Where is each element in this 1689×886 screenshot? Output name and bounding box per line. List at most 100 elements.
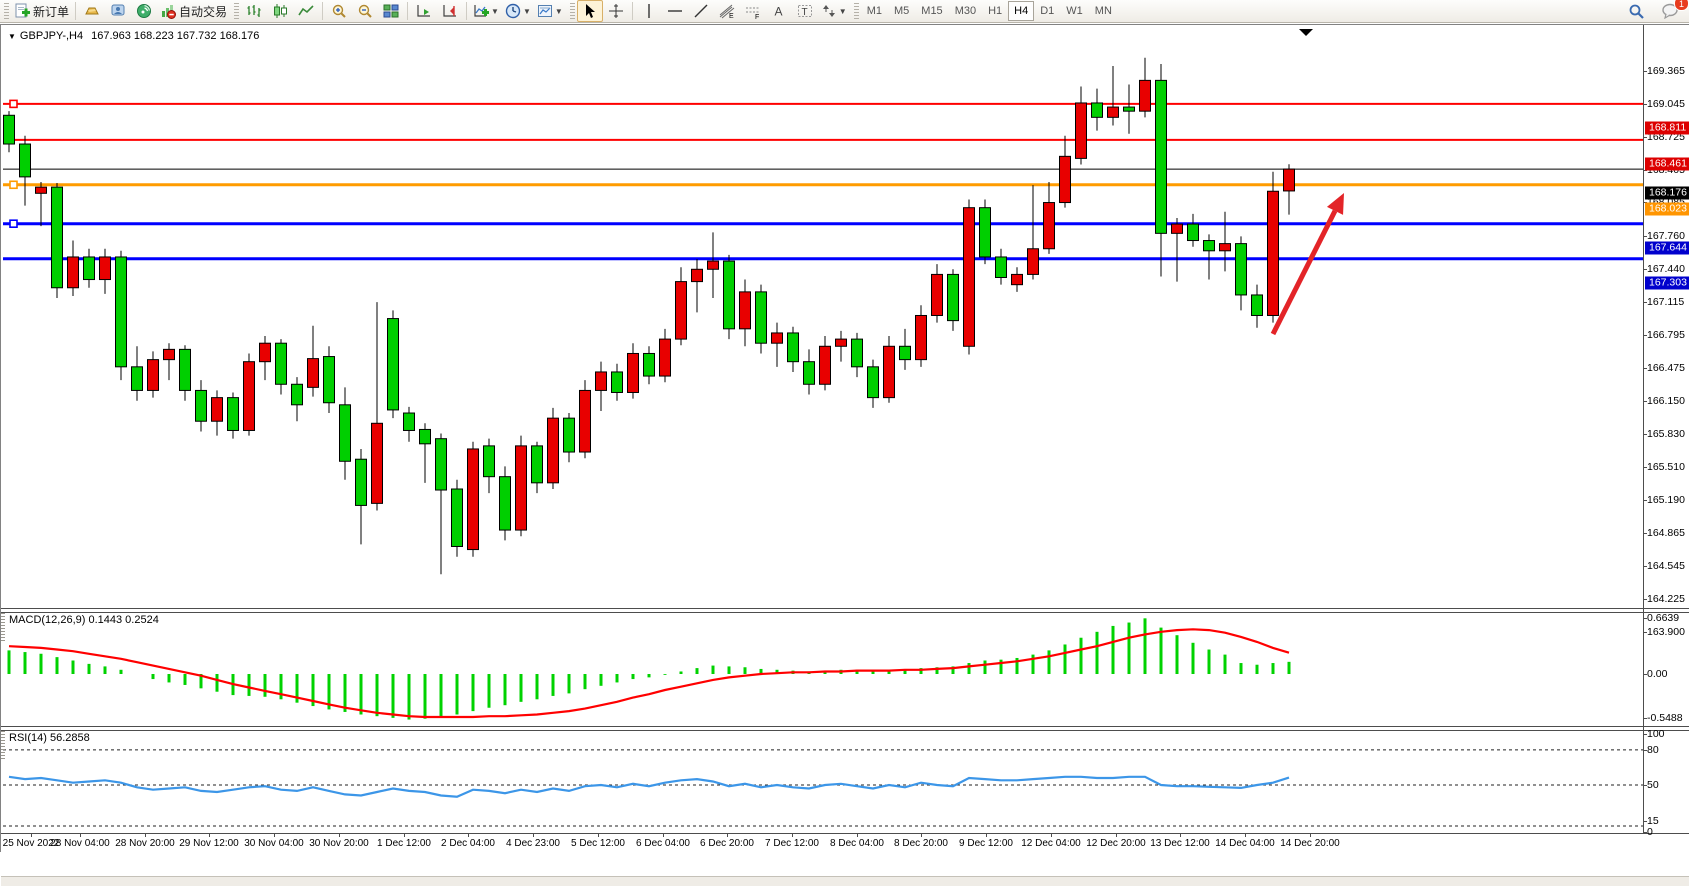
one-click-trading-collapsed-icon[interactable]: ▼: [8, 32, 16, 41]
timeframe-button-m5[interactable]: M5: [888, 1, 915, 21]
candle: [580, 380, 591, 458]
timeframe-button-m15[interactable]: M15: [915, 1, 948, 21]
candle: [148, 351, 159, 397]
chevron-down-icon: ▼: [555, 7, 563, 16]
candle: [500, 466, 511, 540]
price-tick-label: 164.865: [1647, 527, 1685, 539]
toolbar: 新订单 自动交易: [0, 0, 1689, 23]
text-tool-button[interactable]: A: [766, 0, 792, 22]
monitor-user-icon: [110, 3, 126, 19]
notifications-button[interactable]: 1: [1657, 0, 1683, 22]
candle: [692, 259, 703, 312]
rsi-panel[interactable]: [3, 729, 1643, 833]
timeframe-button-m1[interactable]: M1: [861, 1, 888, 21]
candle: [932, 264, 943, 323]
templates-button[interactable]: ▼: [534, 0, 566, 22]
price-badge: 168.176: [1645, 187, 1689, 200]
timeframe-button-m30[interactable]: M30: [949, 1, 982, 21]
line-chart-button[interactable]: [293, 0, 319, 22]
candle: [4, 111, 15, 152]
label-tool-button[interactable]: T: [792, 0, 818, 22]
arrows-tool-button[interactable]: ▼: [818, 0, 850, 22]
fibonacci-icon: E: [719, 3, 735, 19]
candle: [772, 323, 783, 367]
candle: [1092, 89, 1103, 131]
time-axis[interactable]: 25 Nov 202228 Nov 04:0028 Nov 20:0029 No…: [1, 835, 1689, 852]
time-tickmark: [1180, 834, 1181, 837]
candle: [548, 408, 559, 489]
candle: [388, 310, 399, 418]
hline-handle: [10, 181, 17, 188]
price-tick-label: 169.365: [1647, 65, 1685, 77]
signals-button[interactable]: [131, 0, 157, 22]
vertical-line-tool-button[interactable]: [636, 0, 662, 22]
time-tickmark: [663, 834, 664, 837]
candle: [900, 329, 911, 370]
indicators-button[interactable]: ▼: [470, 0, 502, 22]
candle: [340, 387, 351, 479]
clock-icon: [505, 3, 521, 19]
new-order-button[interactable]: 新订单: [11, 0, 72, 22]
zoom-in-button[interactable]: [326, 0, 352, 22]
profile-button[interactable]: [105, 0, 131, 22]
candlestick-chart-button[interactable]: [267, 0, 293, 22]
line-chart-icon: [298, 3, 314, 19]
candle: [916, 305, 927, 367]
time-tick-label: 29 Nov 12:00: [179, 838, 239, 849]
autotrading-button[interactable]: 自动交易: [157, 0, 230, 22]
status-bar: [1, 876, 1689, 886]
tile-windows-icon: [383, 3, 399, 19]
chart-title: ▼ GBPJPY-,H4 167.963 168.223 167.732 168…: [8, 30, 259, 42]
chart-shift-button[interactable]: [437, 0, 463, 22]
macd-tick-label: 0.6639: [1647, 612, 1679, 624]
candle: [1172, 218, 1183, 282]
tile-windows-button[interactable]: [378, 0, 404, 22]
price-tick-label: 164.225: [1647, 593, 1685, 605]
candle: [980, 199, 991, 264]
toolbar-drag-handle[interactable]: [854, 3, 859, 19]
auto-scroll-icon: [416, 3, 432, 19]
trendline-tool-button[interactable]: [688, 0, 714, 22]
candle: [1268, 172, 1279, 323]
price-tick-label: 166.150: [1647, 395, 1685, 407]
fibonacci-tool-button[interactable]: E: [714, 0, 740, 22]
timeframe-button-d1[interactable]: D1: [1034, 1, 1060, 21]
candle: [644, 346, 655, 384]
toolbar-drag-handle[interactable]: [234, 3, 239, 19]
timeframe-button-h1[interactable]: H1: [982, 1, 1008, 21]
time-tickmark: [145, 834, 146, 837]
time-tickmark: [1116, 834, 1117, 837]
autotrading-label: 自动交易: [179, 3, 227, 20]
timeframe-toolbar: M1M5M15M30H1H4D1W1MN: [861, 1, 1118, 21]
text-icon: A: [771, 3, 787, 19]
trendline-icon: [693, 3, 709, 19]
chevron-down-icon: ▼: [523, 7, 531, 16]
market-watch-button[interactable]: [79, 0, 105, 22]
cursor-tool-button[interactable]: [577, 0, 603, 22]
periods-button[interactable]: ▼: [502, 0, 534, 22]
price-tick-label: 165.830: [1647, 428, 1685, 440]
macd-panel-handle[interactable]: [1, 613, 5, 643]
toolbar-drag-handle[interactable]: [570, 3, 575, 19]
timeframe-button-w1[interactable]: W1: [1060, 1, 1089, 21]
price-tick-label: 167.440: [1647, 263, 1685, 275]
toolbar-drag-handle[interactable]: [4, 3, 9, 19]
timeframe-button-h4[interactable]: H4: [1008, 1, 1034, 21]
time-tickmark: [209, 834, 210, 837]
bars-chart-button[interactable]: [241, 0, 267, 22]
zoom-out-button[interactable]: [352, 0, 378, 22]
candle: [884, 336, 895, 403]
candle: [372, 302, 383, 510]
auto-scroll-button[interactable]: [411, 0, 437, 22]
price-chart-area[interactable]: [3, 27, 1643, 608]
crosshair-tool-button[interactable]: [603, 0, 629, 22]
rsi-panel-handle[interactable]: [1, 731, 5, 761]
horizontal-line-tool-button[interactable]: [662, 0, 688, 22]
timeframe-button-mn[interactable]: MN: [1089, 1, 1118, 21]
time-tickmark: [1245, 834, 1246, 837]
macd-panel[interactable]: [3, 611, 1643, 726]
channel-tool-button[interactable]: F: [740, 0, 766, 22]
new-order-icon: [14, 3, 30, 19]
candle: [276, 339, 287, 394]
search-button[interactable]: [1623, 0, 1649, 22]
